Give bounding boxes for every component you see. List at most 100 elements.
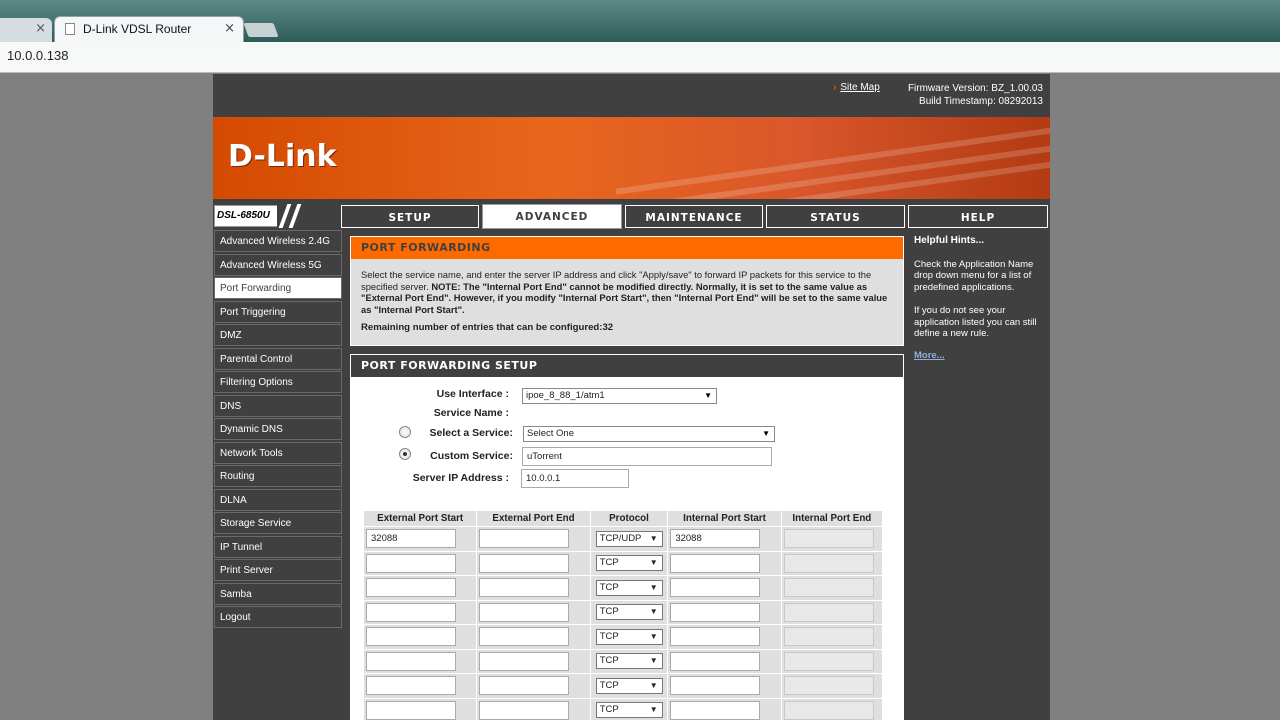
sidebar-item-parental-control[interactable]: Parental Control [214, 347, 342, 370]
browser-tab-active[interactable]: D-Link VDSL Router × [54, 16, 244, 42]
sidebar-item-port-triggering[interactable]: Port Triggering [214, 300, 342, 323]
tab-advanced[interactable]: ADVANCED [482, 204, 622, 229]
cell [780, 526, 884, 552]
sidebar-item-samba[interactable]: Samba [214, 582, 342, 605]
external-port-end-input[interactable] [479, 602, 570, 622]
header-internal-port-start: Internal Port Start [667, 510, 782, 527]
port-forwarding-info: PORT FORWARDING Select the service name,… [350, 236, 904, 346]
close-icon[interactable]: × [35, 21, 46, 36]
sidebar-item-dlna[interactable]: DLNA [214, 488, 342, 511]
external-port-end-input[interactable] [479, 553, 570, 573]
internal-port-start-input[interactable] [670, 651, 761, 671]
brand-banner: D-Link [213, 117, 1050, 199]
section-title: PORT FORWARDING [351, 237, 903, 259]
sidebar-item-port-forwarding[interactable]: Port Forwarding [214, 277, 342, 299]
internal-port-start-input[interactable] [670, 602, 761, 622]
sidebar-item-logout[interactable]: Logout [214, 606, 342, 628]
protocol-select[interactable]: TCP ▼ [595, 555, 663, 572]
sidebar-item-ip-tunnel[interactable]: IP Tunnel [214, 535, 342, 558]
server-ip-input[interactable]: 10.0.0.1 [521, 469, 629, 488]
site-map-link[interactable]: Site Map [833, 82, 879, 93]
custom-service-input[interactable]: uTorrent [522, 447, 772, 466]
cell: TCP/UDP ▼ [589, 526, 669, 552]
external-port-end-input[interactable] [479, 627, 570, 647]
address-bar[interactable]: 10.0.0.138 [0, 42, 1280, 73]
url-text[interactable]: 10.0.0.138 [7, 48, 68, 63]
cell [362, 550, 478, 576]
internal-port-start-input[interactable] [670, 676, 761, 696]
sidebar-item-print-server[interactable]: Print Server [214, 559, 342, 581]
tab-help[interactable]: HELP [908, 205, 1048, 228]
cell: TCP ▼ [589, 673, 669, 699]
server-ip-label: Server IP Address : [412, 472, 509, 484]
select-service-value: Select One [527, 428, 574, 439]
protocol-select[interactable]: TCP ▼ [595, 579, 663, 596]
chevron-down-icon: ▼ [649, 533, 658, 543]
tab-maintenance[interactable]: MAINTENANCE [625, 205, 763, 228]
external-port-end-input[interactable] [479, 529, 570, 549]
cell [476, 526, 591, 552]
protocol-select[interactable]: TCP ▼ [595, 604, 663, 621]
sidebar-item-dmz[interactable]: DMZ [214, 324, 342, 346]
tab-setup[interactable]: SETUP [341, 205, 479, 228]
cell: 32088 [362, 526, 478, 552]
intro-note: NOTE: The "Internal Port End" cannot be … [361, 280, 888, 315]
header-external-port-end: External Port End [476, 510, 591, 527]
external-port-end-input[interactable] [479, 578, 570, 598]
browser-tab-previous[interactable]: × [0, 18, 52, 42]
cell [362, 624, 478, 650]
external-port-start-input[interactable] [366, 651, 456, 671]
protocol-select[interactable]: TCP ▼ [595, 628, 663, 645]
protocol-value: TCP [599, 581, 619, 593]
more-link[interactable]: More... [914, 350, 1049, 362]
use-interface-value: ipoe_8_88_1/atm1 [526, 390, 605, 401]
section-title: PORT FORWARDING SETUP [351, 355, 903, 377]
port-table: External Port Start External Port End Pr… [362, 510, 884, 720]
external-port-start-input[interactable] [366, 676, 456, 696]
cell [476, 599, 591, 625]
protocol-value: TCP [599, 655, 619, 667]
new-tab-button[interactable] [243, 23, 279, 37]
sidebar-item-storage-service[interactable]: Storage Service [214, 512, 342, 534]
sidebar-item-advanced-wireless-24g[interactable]: Advanced Wireless 2.4G [214, 230, 342, 252]
cell [362, 575, 478, 601]
internal-port-end-input [783, 627, 874, 647]
external-port-start-input[interactable] [366, 602, 456, 622]
cell: TCP ▼ [589, 624, 669, 650]
close-icon[interactable]: × [224, 21, 235, 36]
chevron-down-icon: ▼ [649, 631, 658, 641]
external-port-start-input[interactable] [366, 627, 456, 647]
internal-port-start-input[interactable] [670, 578, 761, 598]
external-port-start-input[interactable]: 32088 [366, 529, 456, 549]
internal-port-start-input[interactable] [670, 627, 761, 647]
sidebar-item-routing[interactable]: Routing [214, 465, 342, 487]
chevron-down-icon: ▼ [649, 705, 658, 715]
internal-port-start-input[interactable] [670, 700, 761, 720]
external-port-start-input[interactable] [366, 700, 456, 720]
external-port-end-input[interactable] [479, 676, 570, 696]
internal-port-start-input[interactable] [670, 553, 761, 573]
tab-status[interactable]: STATUS [766, 205, 905, 228]
table-row: TCP ▼ [362, 599, 884, 625]
protocol-select[interactable]: TCP ▼ [595, 653, 663, 670]
protocol-select[interactable]: TCP ▼ [595, 677, 663, 694]
external-port-start-input[interactable] [366, 553, 456, 573]
sidebar-item-network-tools[interactable]: Network Tools [214, 441, 342, 464]
external-port-start-input[interactable] [366, 578, 456, 598]
sidebar-item-dynamic-dns[interactable]: Dynamic DNS [214, 418, 342, 440]
external-port-end-input[interactable] [479, 651, 570, 671]
external-port-end-input[interactable] [479, 700, 570, 720]
use-interface-select[interactable]: ipoe_8_88_1/atm1 ▼ [522, 388, 717, 404]
sidebar-item-dns[interactable]: DNS [214, 394, 342, 417]
header-internal-port-end: Internal Port End [780, 510, 884, 527]
cell [667, 648, 782, 674]
protocol-select[interactable]: TCP ▼ [595, 702, 663, 719]
select-service-dropdown[interactable]: Select One ▼ [523, 426, 775, 442]
table-row: TCP ▼ [362, 550, 884, 576]
protocol-value: TCP [599, 704, 619, 716]
sidebar-item-advanced-wireless-5g[interactable]: Advanced Wireless 5G [214, 253, 342, 276]
protocol-select[interactable]: TCP/UDP ▼ [595, 530, 663, 547]
internal-port-start-input[interactable]: 32088 [670, 529, 761, 549]
sidebar-item-filtering-options[interactable]: Filtering Options [214, 371, 342, 393]
chevron-down-icon: ▼ [649, 680, 658, 690]
